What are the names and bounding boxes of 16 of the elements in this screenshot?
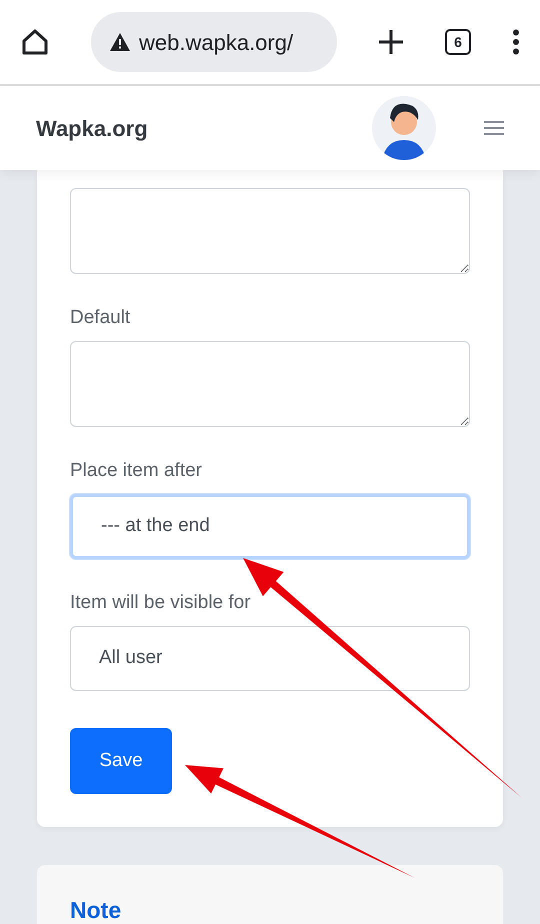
url-text: web.wapka.org/ xyxy=(139,28,294,57)
menu-icon[interactable] xyxy=(484,121,504,135)
warning-icon xyxy=(109,32,131,52)
new-tab-icon[interactable] xyxy=(378,29,404,55)
note-title: Note xyxy=(70,896,122,924)
select-field[interactable]: --- at the end xyxy=(70,494,470,559)
address-bar[interactable]: web.wapka.org/ xyxy=(91,12,337,72)
field-label: Item will be visible for xyxy=(70,591,252,614)
home-icon[interactable] xyxy=(20,27,50,57)
select-field[interactable]: All user xyxy=(70,626,470,691)
field-label: Default xyxy=(70,306,132,329)
field-label: Place item after xyxy=(70,459,203,482)
more-menu-icon[interactable] xyxy=(512,29,520,55)
site-brand[interactable]: Wapka.org xyxy=(36,112,148,144)
save-button[interactable]: Save xyxy=(70,728,172,794)
tab-count-button[interactable]: 6 xyxy=(445,29,471,55)
